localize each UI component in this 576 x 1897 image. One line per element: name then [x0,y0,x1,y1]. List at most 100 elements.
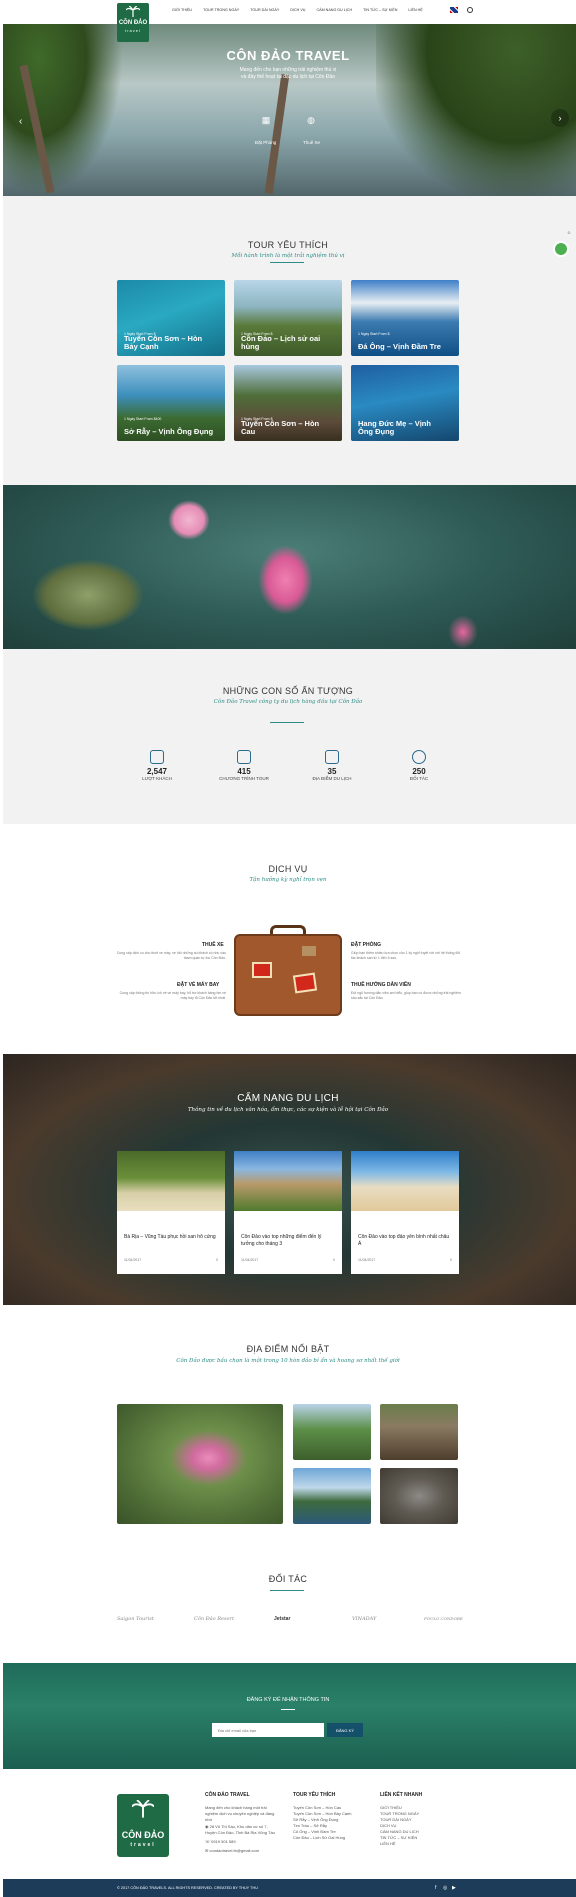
post-image [234,1151,342,1211]
nav-tour-dai-ngay[interactable]: TOUR DÀI NGÀY [250,8,279,12]
guide-post[interactable]: Bà Rịa – Vũng Tàu phục hồi san hô cứng 1… [117,1151,225,1274]
hero-booking-label[interactable]: Đặt Phòng [255,140,276,145]
stat-tours: 415 CHƯƠNG TRÌNH TOUR [214,750,274,781]
partner-logo[interactable]: VINADAY [352,1616,376,1622]
stat-places: 35 ĐỊA ĐIỂM DU LỊCH [302,750,362,781]
partner-logo[interactable]: POULO CONDORE [424,1616,463,1621]
guide-post[interactable]: Côn Đảo vào top những điểm đến lý tưởng … [234,1151,342,1274]
services-subtitle: Tận hưởng kỳ nghỉ trọn vẹn [249,877,327,883]
facebook-icon[interactable]: f [435,1885,436,1891]
post-date: 11/04/2017 [241,1258,259,1262]
stat-value: 250 [412,767,426,776]
nav-cam-nang[interactable]: CẨM NANG DU LỊCH [316,8,352,12]
partners-section [3,1541,576,1663]
stat-value: 2,547 [146,767,168,776]
tour-meta: 1 Ngày Start From $ [358,332,390,336]
service-room-desc: Giúp bạn thêm nhiều lựa chọn cho 1 kỳ ng… [351,951,461,960]
stat-label: LƯỢT KHÁCH [142,776,172,781]
instagram-icon[interactable]: ◎ [443,1885,447,1891]
places-section [3,1305,576,1541]
footer-col2-title: TOUR YÊU THÍCH [293,1792,336,1798]
logo-sub: travel [125,28,141,33]
tours-subtitle: Mỗi hành trình là một trải nghiệm thú vị [231,253,345,259]
youtube-icon[interactable]: ▶ [452,1885,456,1891]
post-date: 11/04/2017 [124,1258,142,1262]
chat-widget-button[interactable] [553,241,569,257]
place-tree[interactable] [293,1404,371,1460]
stat-label: ĐỐI TÁC [409,776,429,781]
hero-trunk [264,74,290,194]
nav-gioi-thieu[interactable]: GIỚI THIỆU [172,8,192,12]
tour-card[interactable]: 1 Ngày Start From $ Đá Ông – Vịnh Đầm Tr… [351,280,459,356]
service-car-title[interactable]: THUÊ XE [202,942,224,948]
footer-col3-title: LIÊN KẾT NHANH [380,1792,423,1798]
tour-name: Tuyến Côn Sơn – Hòn Bảy Cạnh [124,334,203,351]
partner-logo[interactable]: Jetstar [274,1616,290,1622]
subscribe-title: ĐĂNG KÝ ĐỂ NHẬN THÔNG TIN [246,1697,330,1703]
slider-prev-arrow[interactable]: ‹ [19,116,22,127]
service-flight-title[interactable]: ĐẶT VÉ MÁY BAY [177,982,219,988]
place-prison[interactable] [380,1404,458,1460]
car-icon: ◍ [307,115,315,125]
footer-email[interactable]: ✉ condaotravel.tb@gmail.com [205,1848,259,1854]
footer [3,1769,576,1879]
lotus-bud [258,545,313,615]
footer-logo-text: CÔN ĐẢO [121,1830,165,1840]
luggage-icon [150,750,164,764]
lotus-pod [33,560,143,630]
footer-address: ◉ 28 Võ Thị Sáu, Khu dân cư số 7, Huyện … [205,1824,279,1836]
header [114,0,464,24]
logo[interactable]: CÔN ĐẢO travel [117,3,149,42]
post-title: Côn Đảo vào top đảo yên bình nhất châu Á [358,1234,450,1247]
nav-lien-he[interactable]: LIÊN HỆ [408,8,422,12]
tour-card[interactable]: 1 Ngày Start From $ Tuyến Côn Sơn – Hòn … [117,280,225,356]
slider-next-arrow[interactable]: › [551,109,569,127]
numbers-divider [270,722,304,723]
palm-tree-icon [126,6,140,17]
post-image [117,1151,225,1211]
tour-name: Côn Đảo – Lịch sử oai hùng [241,334,321,351]
footer-tour-link[interactable]: Côn Đảo – Lịch Sử Oai Hùng [293,1835,345,1841]
service-flight-desc: Cung cấp thông tin hữu ích về vé máy bay… [119,991,226,1000]
tour-card[interactable]: 1 Ngày Start From $ Tuyến Côn Sơn – Hòn … [234,365,342,441]
nav-tin-tuc[interactable]: TIN TỨC – SỰ KIỆN [363,8,397,12]
place-lotus[interactable] [117,1404,283,1524]
search-icon[interactable] [467,7,473,13]
service-car-desc: Cung cấp dịch vụ cho thuê xe máy, xe ôtô… [116,951,226,960]
place-turtle[interactable] [380,1468,458,1524]
footer-desc: Mang đến cho khách hàng một trải nghiệm … [205,1805,275,1823]
subscribe-divider [281,1709,295,1710]
footer-logo[interactable]: CÔN ĐẢO travel [117,1794,169,1857]
tour-card[interactable]: 1 Ngày Start From $ Côn Đảo – Lịch sử oa… [234,280,342,356]
copyright: © 2017 CÔN ĐẢO TRAVELS. ALL RIGHTS RESER… [117,1886,258,1890]
service-room-title[interactable]: ĐẶT PHÒNG [351,942,381,948]
footer-quick-link[interactable]: LIÊN HỆ [380,1841,396,1847]
places-subtitle: Côn Đảo được bầu chọn là một trong 10 hò… [176,1358,400,1364]
partners-divider [270,1590,304,1591]
footer-logo-sub: travel [130,1842,156,1848]
subscribe-button[interactable]: ĐĂNG KÝ [327,1723,363,1737]
uk-flag-icon[interactable] [450,7,458,13]
email-field[interactable] [212,1723,324,1737]
tour-name: Tuyến Côn Sơn – Hòn Cau [241,419,320,436]
places-title: ĐỊA ĐIỂM NỔI BẬT [246,1344,330,1354]
partner-logo[interactable]: Saigon Tourist [117,1616,154,1622]
post-image [351,1151,459,1211]
tour-name: Hang Đức Mẹ – Vịnh Ông Đụng [358,419,431,436]
tour-card[interactable]: Hang Đức Mẹ – Vịnh Ông Đụng [351,365,459,441]
sticker [302,946,316,956]
nav-dich-vu[interactable]: DỊCH VỤ [290,8,305,12]
service-guide-title[interactable]: THUÊ HƯỚNG DẪN VIÊN [351,982,411,988]
numbers-subtitle: Côn Đảo Travel công ty du lịch hàng đầu … [213,699,363,705]
stat-label: CHƯƠNG TRÌNH TOUR [219,776,269,781]
numbers-title: NHỮNG CON SỐ ẤN TƯỢNG [222,686,354,696]
post-title: Bà Rịa – Vũng Tàu phục hồi san hô cứng [124,1234,216,1240]
nav-tour-trong-ngay[interactable]: TOUR TRONG NGÀY [203,8,239,12]
partner-logo[interactable]: Côn Đảo Resort [194,1616,234,1622]
hero-car-label[interactable]: Thuê Xe [303,140,320,145]
tour-card[interactable]: 1 Ngày Start From $400 Sở Rẫy – Vịnh Ông… [117,365,225,441]
subscribe-section [3,1663,576,1769]
guide-post[interactable]: Côn Đảo vào top đảo yên bình nhất châu Á… [351,1151,459,1274]
vietnam-sticker [292,972,318,994]
place-coast[interactable] [293,1468,371,1524]
